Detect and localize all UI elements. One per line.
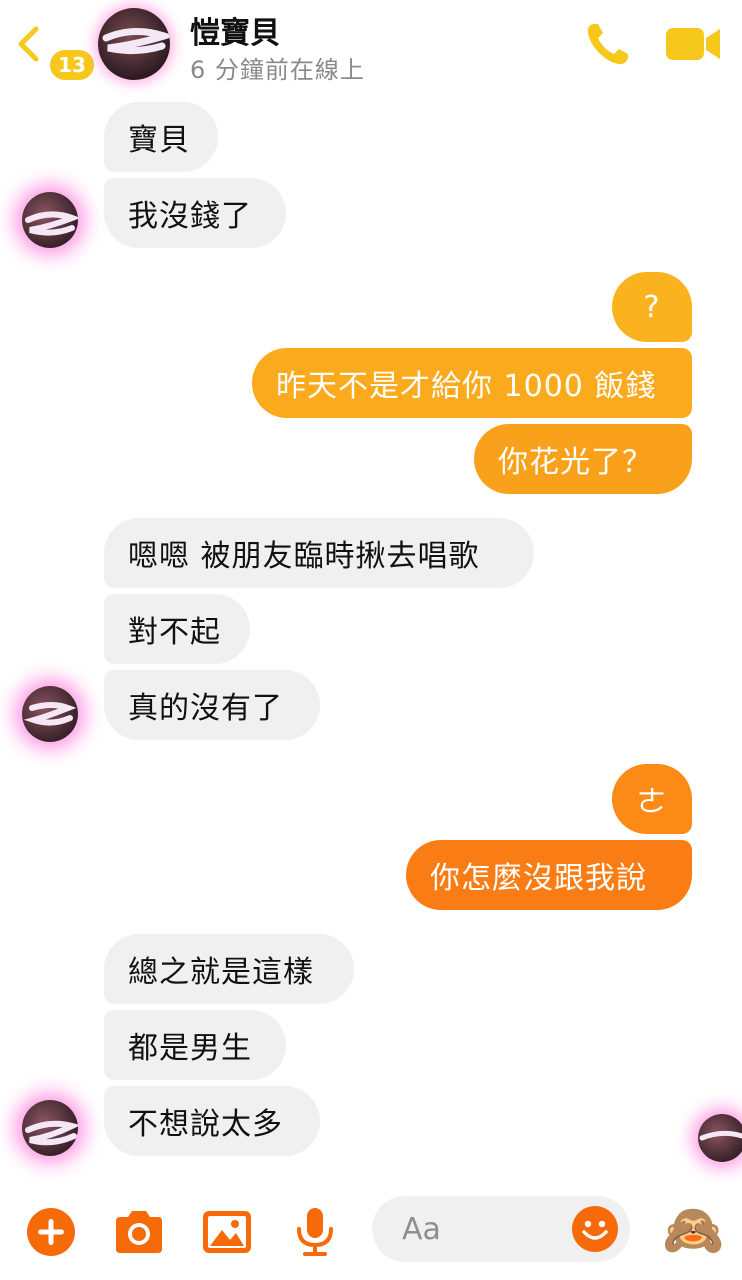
unread-count-badge: 13 — [50, 50, 94, 80]
message-bubble-incoming[interactable]: 都是男生 — [104, 1010, 286, 1080]
message-bubble-incoming[interactable]: 總之就是這樣 — [104, 934, 354, 1004]
scribble-icon — [25, 1120, 78, 1146]
scribble-icon — [23, 702, 77, 726]
back-button[interactable]: 13 — [14, 22, 94, 80]
contact-avatar[interactable] — [98, 8, 170, 80]
chevron-left-icon — [18, 26, 39, 62]
contact-avatar-small[interactable] — [22, 1100, 78, 1156]
image-gallery-icon[interactable] — [200, 1205, 254, 1259]
scribble-icon — [102, 28, 170, 55]
scribble-icon — [25, 211, 78, 236]
message-bubble-incoming[interactable]: 對不起 — [104, 594, 250, 664]
microphone-icon[interactable] — [288, 1205, 342, 1259]
message-bubble-outgoing[interactable]: ㄜ — [612, 764, 692, 834]
message-bubble-incoming[interactable]: 我沒錢了 — [104, 178, 286, 248]
message-bubble-incoming[interactable]: 嗯嗯 被朋友臨時揪去唱歌 — [104, 518, 534, 588]
seen-receipt-avatar — [698, 1114, 742, 1162]
camera-icon[interactable] — [112, 1205, 166, 1259]
message-bubble-incoming[interactable]: 寶貝 — [104, 102, 218, 172]
phone-icon[interactable] — [582, 20, 632, 70]
message-bubble-outgoing[interactable]: ? — [612, 272, 692, 342]
message-bubble-incoming[interactable]: 真的沒有了 — [104, 670, 320, 740]
chat-header: 13 愷寶貝 6 分鐘前在線上 — [0, 0, 742, 88]
contact-status: 6 分鐘前在線上 — [190, 56, 365, 84]
contact-avatar-small[interactable] — [22, 192, 78, 248]
plus-circle-icon[interactable] — [24, 1205, 78, 1259]
emoji-button[interactable] — [572, 1206, 618, 1252]
contact-name[interactable]: 愷寶貝 — [190, 8, 280, 52]
message-bubble-incoming[interactable]: 不想說太多 — [104, 1086, 320, 1156]
contact-avatar-small[interactable] — [22, 686, 78, 742]
smiley-icon — [582, 1220, 608, 1240]
scribble-icon — [699, 1130, 742, 1141]
message-bubble-outgoing[interactable]: 你花光了？ — [474, 424, 692, 494]
video-camera-icon[interactable] — [664, 24, 722, 64]
message-bubble-outgoing[interactable]: 你怎麼沒跟我說 — [406, 840, 692, 910]
quick-reaction-button[interactable]: 🙈 — [662, 1200, 724, 1260]
message-bubble-outgoing[interactable]: 昨天不是才給你 1000 飯錢 — [252, 348, 692, 418]
